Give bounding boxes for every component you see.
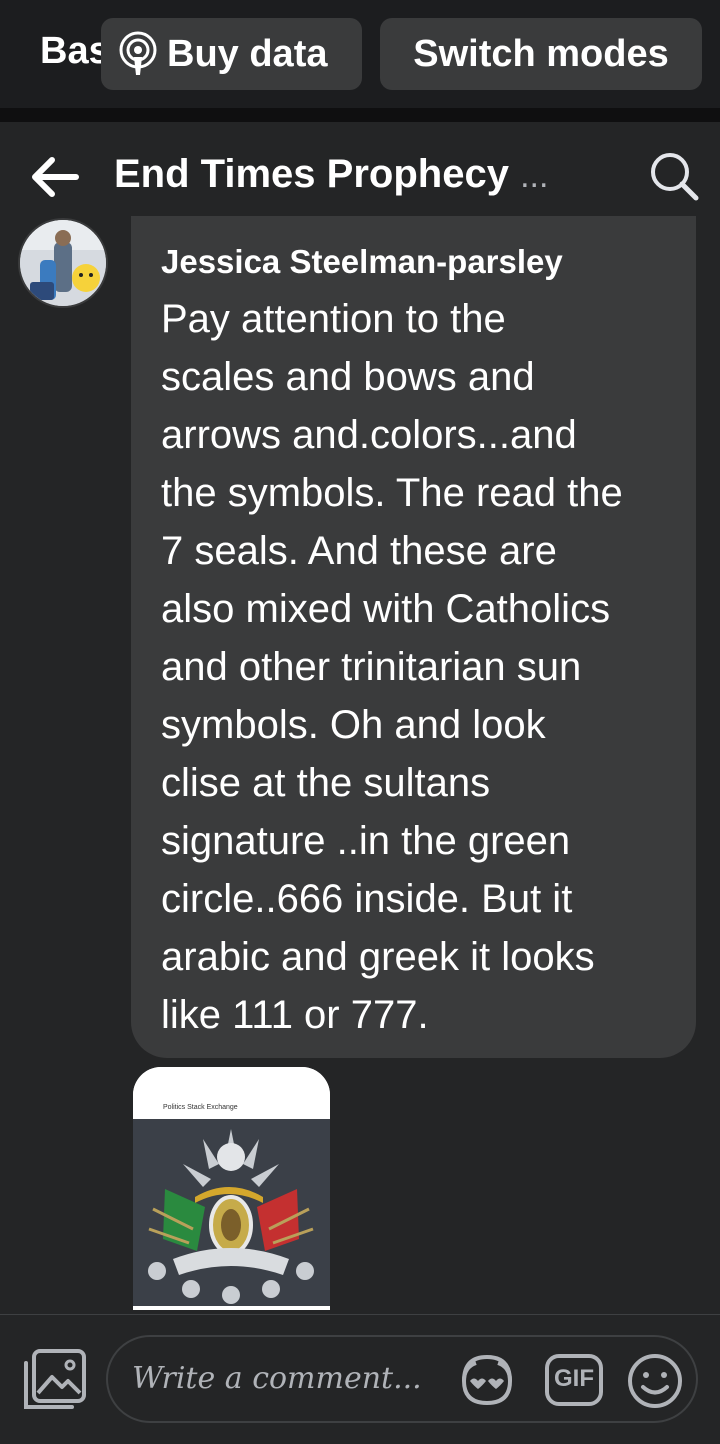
comment-input[interactable]: Write a comment... GIF: [106, 1335, 698, 1423]
gif-label: GIF: [554, 1365, 594, 1392]
arrow-left-icon[interactable]: [30, 156, 80, 198]
screenshot-site-label: Politics Stack Exchange: [163, 1104, 238, 1111]
avatar[interactable]: [18, 218, 108, 308]
emoji-icon[interactable]: [626, 1352, 684, 1410]
comment-author[interactable]: Jessica Steelman-parsley: [161, 242, 668, 282]
podcast-icon: [119, 31, 157, 75]
divider: [0, 108, 720, 122]
mode-label: Bas: [40, 30, 104, 72]
page-header: End Times Prophecy ...: [0, 122, 720, 230]
attachment-image[interactable]: Politics Stack Exchange: [133, 1067, 330, 1310]
avatar-photo: [20, 220, 106, 306]
comment-text: Pay attention to the scales and bows and…: [161, 297, 623, 1037]
switch-modes-button[interactable]: Switch modes: [380, 18, 702, 90]
sticker-icon[interactable]: [456, 1351, 518, 1409]
screenshot-browser-bar: Politics Stack Exchange: [133, 1081, 330, 1119]
title-ellipsis: ...: [520, 157, 549, 195]
coat-of-arms-graphic: [133, 1119, 330, 1306]
buy-data-button[interactable]: Buy data: [101, 18, 362, 90]
comment-composer: Write a comment... GIF: [0, 1314, 720, 1444]
photo-icon[interactable]: [22, 1349, 88, 1411]
page-title-text: End Times Prophecy: [114, 152, 509, 196]
page-title: End Times Prophecy ...: [114, 152, 548, 197]
search-icon[interactable]: [648, 150, 700, 202]
comment-bubble: Jessica Steelman-parsley Pay attention t…: [131, 216, 696, 1058]
screenshot-status-bar: [133, 1067, 330, 1081]
coat-of-arms-image: [133, 1119, 330, 1306]
data-mode-bar: Bas Buy data Switch modes: [0, 0, 720, 108]
gif-icon[interactable]: GIF: [544, 1353, 604, 1407]
comment-placeholder: Write a comment...: [132, 1361, 422, 1396]
buy-data-label: Buy data: [167, 32, 328, 75]
switch-modes-label: Switch modes: [413, 32, 669, 75]
